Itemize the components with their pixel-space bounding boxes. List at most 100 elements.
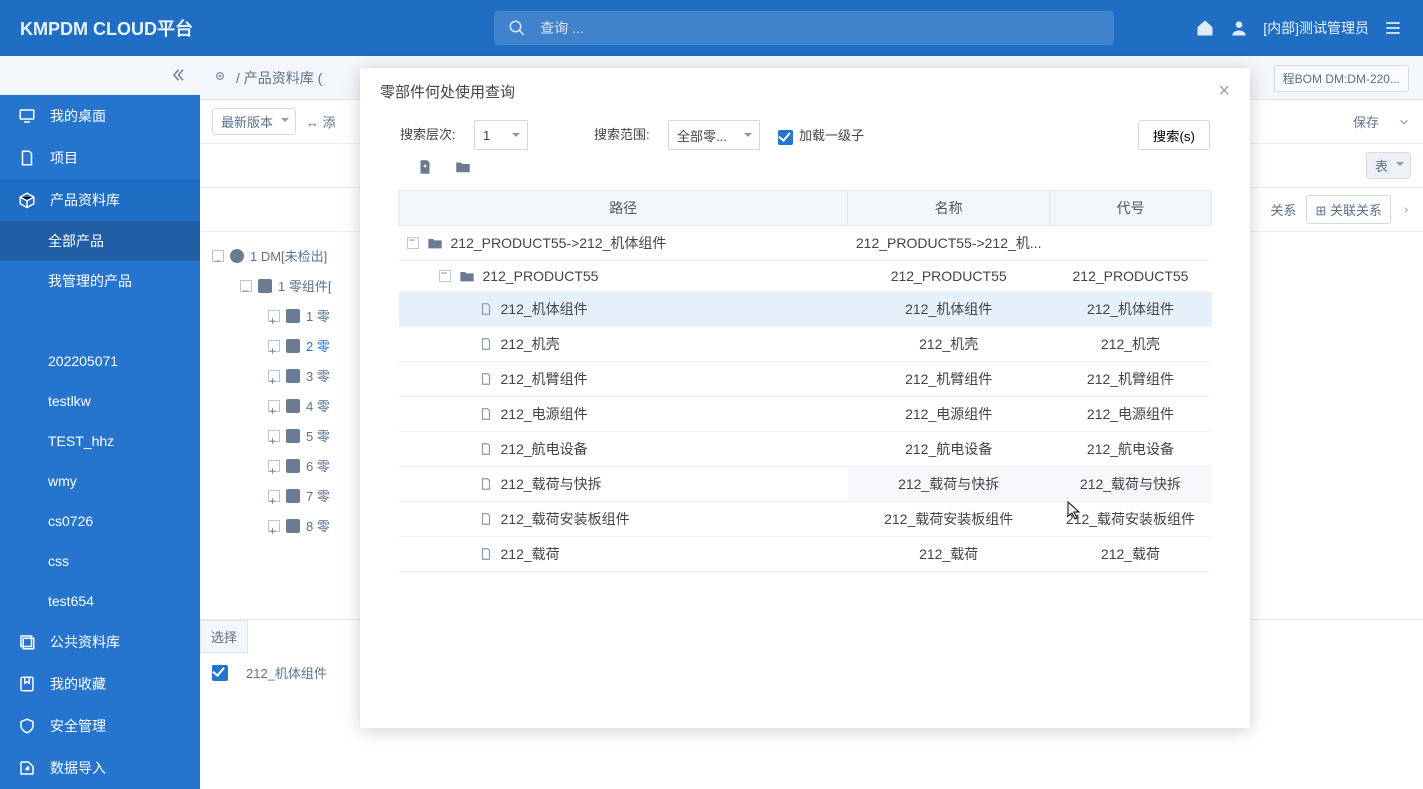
sidebar-subitem-5[interactable]: TEST_hhz <box>0 421 200 461</box>
path-text: 212_机体组件 <box>501 299 588 319</box>
table-row[interactable]: 212_载荷212_载荷212_载荷 <box>399 537 1212 572</box>
toggle-icon[interactable] <box>407 237 419 249</box>
open-folder-icon[interactable] <box>454 158 472 176</box>
select-header: 选择 <box>200 620 248 653</box>
chevron-right-icon[interactable] <box>1401 203 1411 217</box>
code-cell: 212_机臂组件 <box>1049 362 1211 397</box>
relation-button-2[interactable]: ⊞ 关联关系 <box>1306 195 1391 224</box>
breadcrumb-text: / 产品资料库 ( <box>236 68 322 88</box>
desktop-icon <box>18 107 36 125</box>
sidebar-subitem-3[interactable]: 202205071 <box>0 341 200 381</box>
filter-select[interactable]: 表 <box>1366 152 1411 179</box>
menu-icon[interactable] <box>1383 18 1403 38</box>
document-icon <box>479 302 493 316</box>
relation-button-1[interactable]: 关系 <box>1270 200 1296 219</box>
global-search <box>494 11 1114 45</box>
sidebar-item-label: 产品资料库 <box>50 190 120 210</box>
sidebar-subitem-1[interactable]: 我管理的产品 <box>0 261 200 301</box>
import-icon <box>18 759 36 777</box>
collapse-icon <box>168 66 186 84</box>
sidebar-subitem-7[interactable]: cs0726 <box>0 501 200 541</box>
document-icon <box>479 337 493 351</box>
table-row[interactable]: 212_载荷安装板组件212_载荷安装板组件212_载荷安装板组件 <box>399 502 1212 537</box>
path-text: 212_机壳 <box>501 334 560 354</box>
sidebar-subitem-0[interactable]: 全部产品 <box>0 221 200 261</box>
path-text: 212_电源组件 <box>501 404 588 424</box>
document-icon <box>479 512 493 526</box>
load-checkbox[interactable]: 加载一级子 <box>778 125 864 144</box>
dialog-title: 零部件何处使用查询 <box>380 81 515 102</box>
table-row[interactable]: 212_航电设备212_航电设备212_航电设备 <box>399 432 1212 467</box>
name-cell: 212_PRODUCT55->212_机... <box>848 226 1050 261</box>
scope-label: 搜索范围: <box>594 127 650 143</box>
name-cell: 212_载荷与快拆 <box>848 467 1050 502</box>
new-file-icon[interactable] <box>416 158 434 176</box>
table-row[interactable]: 212_机壳212_机壳212_机壳 <box>399 327 1212 362</box>
checkbox-icon <box>778 130 793 145</box>
save-button[interactable]: 保存 <box>1353 112 1379 131</box>
search-input[interactable] <box>540 20 1100 36</box>
chevron-down-icon[interactable] <box>1397 115 1411 129</box>
sidebar-subitem-4[interactable]: testlkw <box>0 381 200 421</box>
search-button[interactable]: 搜索(s) <box>1138 120 1210 150</box>
code-cell: 212_机体组件 <box>1049 292 1211 327</box>
result-table: 路径 名称 代号 212_PRODUCT55->212_机体组件212_PROD… <box>360 190 1250 728</box>
sidebar-item-label: 我的收藏 <box>50 674 106 694</box>
code-cell: 212_载荷 <box>1049 537 1211 572</box>
checkbox-icon[interactable] <box>212 665 228 681</box>
sidebar-item-4[interactable]: 我的收藏 <box>0 663 200 705</box>
sidebar-item-2[interactable]: 产品资料库 <box>0 179 200 221</box>
usage-query-dialog: 零部件何处使用查询 × 搜索层次: 1 搜索范围: 全部零... 加载一级子 搜… <box>360 68 1250 728</box>
close-button[interactable]: × <box>1218 80 1230 103</box>
username[interactable]: [内部]测试管理员 <box>1263 18 1369 38</box>
code-cell: 212_载荷与快拆 <box>1049 467 1211 502</box>
folder-icon <box>459 269 475 283</box>
box-icon <box>18 191 36 209</box>
sidebar-subitem-2[interactable] <box>0 301 200 341</box>
pin-icon <box>212 70 228 86</box>
table-row[interactable]: 212_PRODUCT55212_PRODUCT55212_PRODUCT55 <box>399 261 1212 292</box>
name-cell: 212_机臂组件 <box>848 362 1050 397</box>
sidebar-item-label: 安全管理 <box>50 716 106 736</box>
sidebar-item-0[interactable]: 我的桌面 <box>0 95 200 137</box>
table-row[interactable]: 212_载荷与快拆212_载荷与快拆212_载荷与快拆 <box>399 467 1212 502</box>
search-icon <box>508 19 526 37</box>
sidebar-subitem-9[interactable]: test654 <box>0 581 200 621</box>
path-text: 212_机臂组件 <box>501 369 588 389</box>
col-code: 代号 <box>1049 191 1211 226</box>
sidebar-item-6[interactable]: 数据导入 <box>0 747 200 789</box>
table-row[interactable]: 212_机臂组件212_机臂组件212_机臂组件 <box>399 362 1212 397</box>
sidebar-item-label: 公共资料库 <box>50 632 120 652</box>
code-cell: 212_机壳 <box>1049 327 1211 362</box>
add-item[interactable]: ↔ 添 <box>306 112 336 131</box>
sidebar-collapse[interactable] <box>0 56 200 95</box>
table-row[interactable]: 212_机体组件212_机体组件212_机体组件 <box>399 292 1212 327</box>
version-select[interactable]: 最新版本 <box>212 108 296 135</box>
sidebar-item-3[interactable]: 公共资料库 <box>0 621 200 663</box>
document-icon <box>479 442 493 456</box>
sidebar-item-1[interactable]: 项目 <box>0 137 200 179</box>
table-row[interactable]: 212_电源组件212_电源组件212_电源组件 <box>399 397 1212 432</box>
toggle-icon[interactable] <box>439 270 451 282</box>
user-icon[interactable] <box>1229 18 1249 38</box>
level-select[interactable]: 1 <box>474 120 528 150</box>
document-icon <box>479 547 493 561</box>
sidebar-item-5[interactable]: 安全管理 <box>0 705 200 747</box>
dialog-form: 搜索层次: 1 搜索范围: 全部零... 加载一级子 搜索(s) <box>360 114 1250 190</box>
sidebar-item-label: 我的桌面 <box>50 106 106 126</box>
sidebar-subitem-6[interactable]: wmy <box>0 461 200 501</box>
name-cell: 212_电源组件 <box>848 397 1050 432</box>
scope-select[interactable]: 全部零... <box>668 120 760 150</box>
name-cell: 212_机壳 <box>848 327 1050 362</box>
name-cell: 212_PRODUCT55 <box>848 261 1050 292</box>
table-row[interactable]: 212_PRODUCT55->212_机体组件212_PRODUCT55->21… <box>399 226 1212 261</box>
sidebar-subitem-8[interactable]: css <box>0 541 200 581</box>
brand-title: KMPDM CLOUD平台 <box>20 15 193 41</box>
search-box[interactable] <box>494 11 1114 45</box>
folder-icon <box>427 236 443 250</box>
home-icon[interactable] <box>1195 18 1215 38</box>
tab-partial[interactable]: 程BOM DM:DM-220... <box>1274 65 1409 92</box>
document-icon <box>479 477 493 491</box>
name-cell: 212_航电设备 <box>848 432 1050 467</box>
path-text: 212_航电设备 <box>501 439 588 459</box>
